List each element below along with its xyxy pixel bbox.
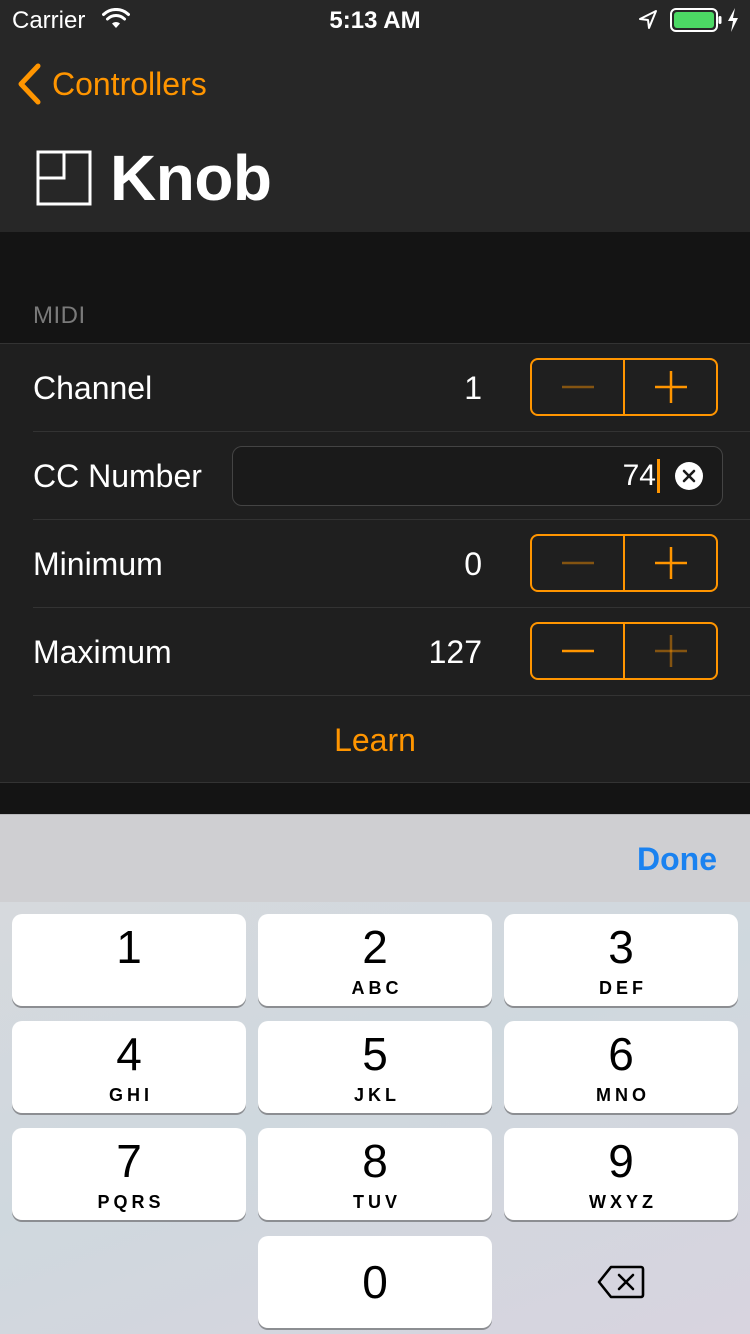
key-8[interactable]: 8 TUV <box>258 1128 492 1220</box>
plus-icon <box>654 371 687 403</box>
maximum-increment-button[interactable] <box>623 624 716 678</box>
number-pad: 1 2 ABC 3 DEF 4 GHI 5 JKL 6 MNO 7 PQRS 8… <box>0 902 750 1334</box>
channel-decrement-button[interactable] <box>532 360 623 414</box>
cc-number-label: CC Number <box>33 458 202 494</box>
battery-icon <box>670 8 722 32</box>
key-letters: JKL <box>353 1085 400 1105</box>
key-letters: MNO <box>596 1085 650 1105</box>
key-1[interactable]: 1 <box>12 914 246 1006</box>
channel-label: Channel <box>33 370 153 406</box>
plus-icon <box>654 547 687 579</box>
key-4[interactable]: 4 GHI <box>12 1021 246 1113</box>
key-0[interactable]: 0 <box>258 1236 492 1328</box>
key-9[interactable]: 9 WXYZ <box>504 1128 738 1220</box>
key-letters: GHI <box>108 1085 153 1105</box>
text-cursor <box>657 459 660 493</box>
page-title: Knob <box>110 142 272 214</box>
minimum-label: Minimum <box>33 546 163 582</box>
minimum-row: Minimum 0 <box>0 520 750 608</box>
key-digit: 9 <box>608 1135 634 1187</box>
key-letters: WXYZ <box>589 1192 657 1212</box>
section-header-midi: MIDI <box>33 302 86 329</box>
channel-stepper <box>530 358 718 416</box>
settings-content: MIDI Channel 1 CC Number 74 Minimum 0 Ma… <box>0 232 750 814</box>
key-5[interactable]: 5 JKL <box>258 1021 492 1113</box>
maximum-decrement-button[interactable] <box>532 624 623 678</box>
plus-icon <box>654 635 687 667</box>
channel-increment-button[interactable] <box>623 360 716 414</box>
clear-text-icon[interactable] <box>674 461 704 491</box>
midi-settings-group: Channel 1 CC Number 74 Minimum 0 Maximum… <box>0 343 750 783</box>
key-digit: 6 <box>608 1028 634 1080</box>
key-digit: 2 <box>362 921 388 973</box>
maximum-stepper <box>530 622 718 680</box>
cc-number-row: CC Number 74 <box>0 432 750 520</box>
minus-icon <box>561 649 594 653</box>
back-button-label: Controllers <box>52 65 207 102</box>
knob-controller-icon <box>36 150 92 206</box>
cc-number-value: 74 <box>622 459 656 492</box>
key-digit: 7 <box>116 1135 142 1187</box>
channel-value: 1 <box>464 370 482 406</box>
cc-number-input[interactable]: 74 <box>232 446 723 506</box>
minimum-decrement-button[interactable] <box>532 536 623 590</box>
chevron-left-icon <box>18 63 41 105</box>
charging-bolt-icon <box>728 8 738 32</box>
key-letters: PQRS <box>97 1192 165 1212</box>
page-title-row: Knob <box>36 136 272 220</box>
learn-button[interactable]: Learn <box>0 696 750 784</box>
minus-icon <box>561 385 594 389</box>
maximum-value: 127 <box>428 634 482 670</box>
key-digit: 8 <box>362 1135 388 1187</box>
key-3[interactable]: 3 DEF <box>504 914 738 1006</box>
maximum-label: Maximum <box>33 634 172 670</box>
key-letters: DEF <box>599 978 647 998</box>
location-arrow-icon <box>639 10 657 29</box>
key-6[interactable]: 6 MNO <box>504 1021 738 1113</box>
backspace-key[interactable] <box>504 1236 738 1328</box>
minimum-value: 0 <box>464 546 482 582</box>
done-button[interactable]: Done <box>637 815 717 903</box>
keyboard-toolbar: Done <box>0 814 750 902</box>
key-7[interactable]: 7 PQRS <box>12 1128 246 1220</box>
minimum-stepper <box>530 534 718 592</box>
key-letters: ABC <box>351 978 403 998</box>
key-digit: 3 <box>608 921 634 973</box>
status-bar: Carrier 5:13 AM <box>0 0 750 40</box>
key-letters: TUV <box>353 1192 401 1212</box>
key-digit: 0 <box>362 1256 388 1308</box>
key-digit: 5 <box>362 1028 388 1080</box>
back-button[interactable]: Controllers <box>16 62 207 106</box>
key-digit: 1 <box>116 921 142 973</box>
navigation-header: Controllers Knob <box>0 40 750 232</box>
backspace-icon <box>597 1265 645 1299</box>
key-digit: 4 <box>116 1028 142 1080</box>
minus-icon <box>561 561 594 565</box>
key-2[interactable]: 2 ABC <box>258 914 492 1006</box>
channel-row: Channel 1 <box>0 344 750 432</box>
maximum-row: Maximum 127 <box>0 608 750 696</box>
minimum-increment-button[interactable] <box>623 536 716 590</box>
